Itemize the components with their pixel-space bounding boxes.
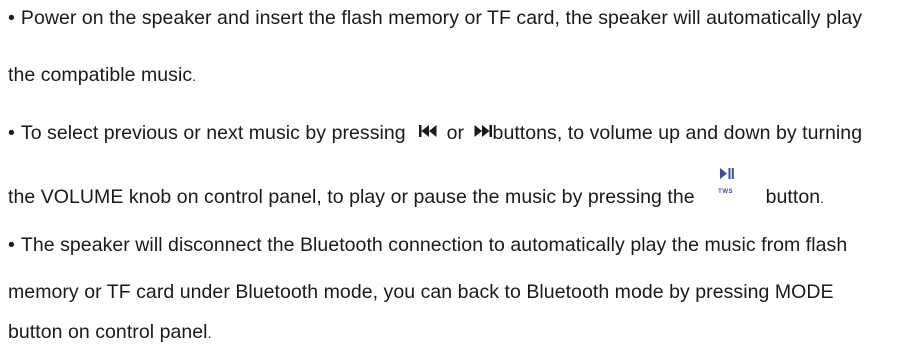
paragraph-3-line-3: button on control panel. — [8, 320, 887, 345]
play-pause-icon: TWS — [710, 167, 740, 210]
paragraph-2-text-c: the VOLUME knob on control panel, to pla… — [8, 186, 695, 208]
paragraph-2-line-1: • To select previous or next music by pre… — [8, 121, 887, 145]
paragraph-1-line-2: the compatible music. — [8, 63, 887, 88]
period: . — [820, 190, 825, 206]
next-track-icon — [474, 120, 492, 137]
paragraph-1-text: Power on the speaker and insert the flas… — [20, 7, 863, 29]
bullet: • — [8, 122, 15, 144]
period: . — [192, 68, 197, 84]
instruction-text: • Power on the speaker and insert the fla… — [0, 0, 897, 345]
paragraph-3-text-cont: memory or TF card under Bluetooth mode, … — [8, 281, 834, 303]
button-word: button — [765, 186, 821, 208]
paragraph-3-text-end: button on control panel — [8, 321, 208, 343]
or-text: or — [446, 122, 465, 144]
bullet: • — [8, 234, 15, 256]
paragraph-2-line-2: the VOLUME knob on control panel, to pla… — [8, 167, 887, 210]
tws-label: TWS — [718, 188, 733, 195]
paragraph-2-text-b: buttons, to volume up and down by turnin… — [492, 122, 863, 144]
previous-track-icon — [419, 120, 437, 137]
paragraph-2-text-a: To select previous or next music by pres… — [20, 122, 406, 144]
paragraph-3-line-1: • The speaker will disconnect the Bluetoo… — [8, 233, 887, 257]
paragraph-3-text: The speaker will disconnect the Bluetoot… — [20, 234, 848, 256]
paragraph-1-text-cont: the compatible music — [8, 64, 193, 86]
paragraph-1-line-1: • Power on the speaker and insert the fla… — [8, 6, 887, 30]
paragraph-3-line-2: memory or TF card under Bluetooth mode, … — [8, 280, 887, 304]
bullet: • — [8, 7, 15, 29]
period: . — [207, 325, 212, 341]
